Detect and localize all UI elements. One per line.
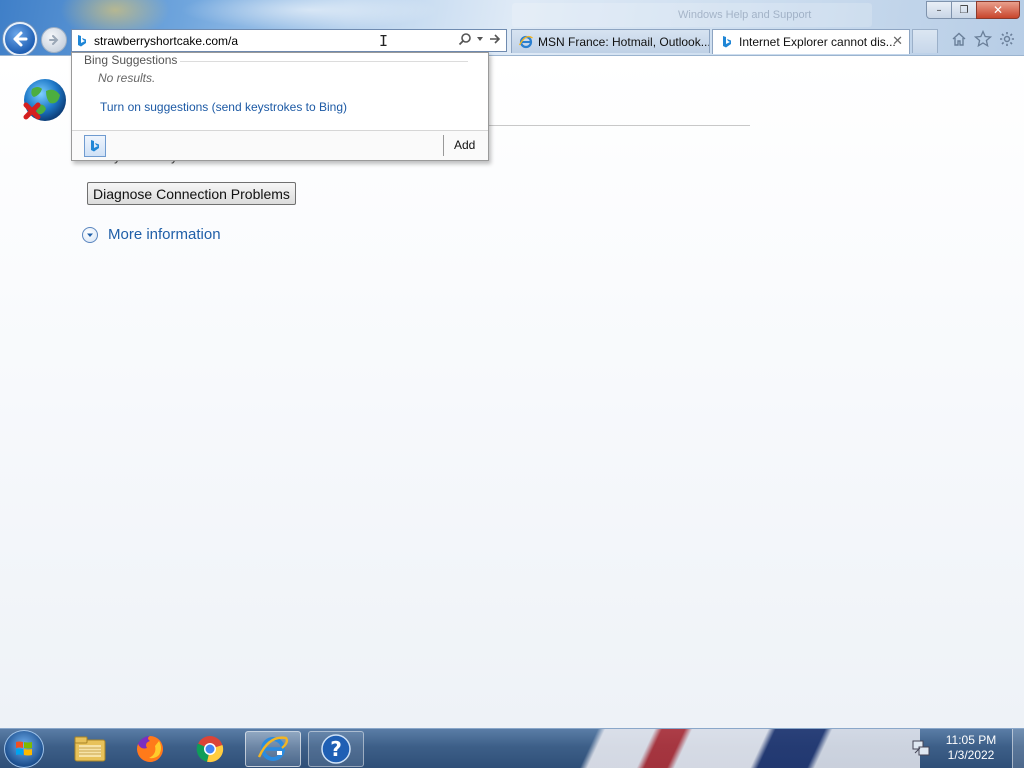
close-tab-icon[interactable]: ✕ [892, 33, 903, 49]
address-actions [458, 32, 502, 46]
turn-on-suggestions-link[interactable]: Turn on suggestions (send keystrokes to … [100, 100, 347, 114]
chrome-icon [196, 736, 224, 763]
taskbar: ? 11:05 PM 1/3/2022 [0, 728, 1024, 768]
svg-text:?: ? [330, 737, 342, 761]
file-explorer-taskbar-button[interactable] [62, 731, 118, 767]
tab-label: Internet Explorer cannot dis... [739, 35, 896, 49]
bing-icon [719, 34, 735, 50]
address-suggestions-dropdown: Bing Suggestions No results. Turn on sug… [71, 52, 489, 161]
divider [180, 61, 468, 62]
diagnose-connection-button[interactable]: Diagnose Connection Problems [87, 182, 296, 205]
tab-msn-france[interactable]: MSN France: Hotmail, Outlook... [511, 29, 710, 53]
clock[interactable]: 11:05 PM 1/3/2022 [938, 733, 1004, 763]
browser-chrome: Windows Help and Support – ❐ ✕ I MSN Fra… [0, 0, 1024, 56]
more-information-label: More information [108, 226, 221, 243]
tab-label: MSN France: Hotmail, Outlook... [538, 34, 710, 49]
show-desktop-button[interactable] [1012, 729, 1024, 768]
window-controls: – ❐ ✕ [926, 1, 1020, 19]
error-globe-icon [20, 77, 68, 125]
help-question-icon: ? [321, 734, 351, 764]
bing-suggestions-header: Bing Suggestions [84, 53, 178, 67]
back-arrow-icon [13, 31, 28, 47]
tab-ie-cannot-display[interactable]: Internet Explorer cannot dis... ✕ [712, 29, 910, 54]
ie-icon [518, 34, 534, 50]
minimize-button[interactable]: – [926, 1, 952, 19]
wallpaper-peek [560, 729, 920, 768]
no-results-text: No results. [98, 71, 156, 85]
forward-arrow-icon [49, 35, 59, 45]
bing-provider-button[interactable] [84, 135, 106, 157]
clock-time: 11:05 PM [945, 733, 997, 747]
settings-gear-icon[interactable] [998, 30, 1016, 48]
start-orb[interactable] [4, 730, 44, 768]
search-icon[interactable] [458, 32, 472, 46]
new-tab-button[interactable] [912, 29, 938, 53]
search-provider-bar: Add [72, 130, 488, 160]
chevron-down-icon[interactable] [476, 35, 484, 43]
divider [443, 135, 444, 156]
add-provider-button[interactable]: Add [454, 138, 475, 152]
toolbar-icons [950, 30, 1016, 48]
back-button[interactable] [3, 22, 37, 55]
firefox-icon [137, 736, 163, 762]
favorites-star-icon[interactable] [974, 30, 992, 48]
text-cursor-icon: I [379, 32, 389, 50]
background-glow [180, 0, 440, 30]
internet-explorer-icon [257, 736, 289, 761]
help-and-support-taskbar-button[interactable]: ? [308, 731, 364, 767]
home-icon[interactable] [950, 30, 968, 48]
windows-logo-icon [16, 741, 32, 756]
close-window-button[interactable]: ✕ [976, 1, 1020, 19]
folder-icon [74, 736, 106, 762]
divider [470, 125, 750, 126]
network-icon[interactable] [912, 739, 930, 760]
clock-date: 1/3/2022 [947, 748, 995, 762]
internet-explorer-taskbar-button[interactable] [245, 731, 301, 767]
chrome-taskbar-button[interactable] [182, 731, 238, 767]
maximize-button[interactable]: ❐ [951, 1, 977, 19]
forward-button[interactable] [41, 27, 67, 53]
system-tray: 11:05 PM 1/3/2022 [904, 729, 1024, 768]
bing-icon [91, 140, 99, 152]
chevron-down-icon [82, 226, 98, 243]
background-window-title: Windows Help and Support [678, 9, 812, 21]
address-input[interactable] [92, 31, 392, 50]
firefox-taskbar-button[interactable] [122, 731, 178, 767]
more-information-link[interactable]: More information [82, 226, 221, 243]
bing-icon [72, 31, 92, 51]
address-bar[interactable]: I [71, 29, 507, 52]
go-arrow-icon[interactable] [488, 32, 502, 46]
